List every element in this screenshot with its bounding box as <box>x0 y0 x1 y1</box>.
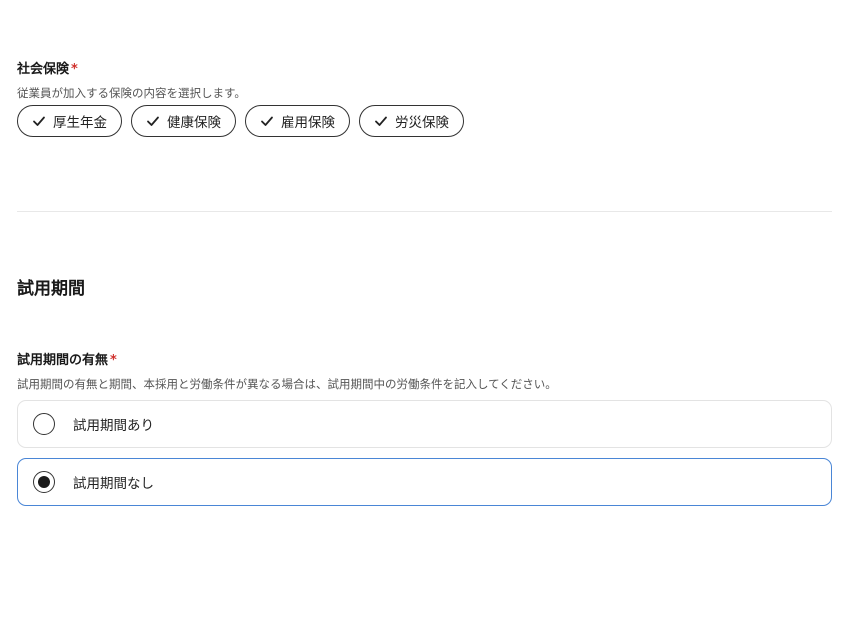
chip-rosai-hoken[interactable]: 労災保険 <box>359 105 464 137</box>
radio-button-selected[interactable] <box>33 471 55 493</box>
probation-section-title: 試用期間 <box>17 279 85 299</box>
probation-field: 試用期間の有無 * 試用期間の有無と期間、本採用と労働条件が異なる場合は、試用期… <box>17 352 832 506</box>
radio-option-label: 試用期間なし <box>73 476 154 492</box>
check-icon <box>31 113 47 129</box>
probation-description: 試用期間の有無と期間、本採用と労働条件が異なる場合は、試用期間中の労働条件を記入… <box>17 377 557 391</box>
check-icon <box>145 113 161 129</box>
chip-label: 雇用保険 <box>281 115 335 131</box>
radio-option-label: 試用期間あり <box>73 418 154 434</box>
check-icon <box>259 113 275 129</box>
required-mark: * <box>110 353 117 368</box>
chip-label: 健康保険 <box>167 115 221 131</box>
social-insurance-label: 社会保険 * <box>17 61 832 79</box>
social-insurance-field: 社会保険 * 従業員が加入する保険の内容を選択します。 厚生年金 健康保険 雇用… <box>17 61 832 137</box>
chip-kosei-nenkin[interactable]: 厚生年金 <box>17 105 122 137</box>
required-mark: * <box>71 62 78 77</box>
check-icon <box>373 113 389 129</box>
chip-label: 労災保険 <box>395 115 449 131</box>
radio-selected-dot <box>38 476 50 488</box>
probation-label-text: 試用期間の有無 <box>17 353 109 368</box>
probation-label: 試用期間の有無 * <box>17 352 832 370</box>
radio-button-unselected[interactable] <box>33 413 55 435</box>
chip-kenko-hoken[interactable]: 健康保険 <box>131 105 236 137</box>
social-insurance-description: 従業員が加入する保険の内容を選択します。 <box>17 86 246 100</box>
chip-koyo-hoken[interactable]: 雇用保険 <box>245 105 350 137</box>
chip-label: 厚生年金 <box>53 115 107 131</box>
radio-option-probation-no[interactable]: 試用期間なし <box>17 458 832 506</box>
social-insurance-chip-group: 厚生年金 健康保険 雇用保険 労災保険 <box>17 105 832 137</box>
section-divider <box>17 211 832 212</box>
probation-radio-group: 試用期間あり 試用期間なし <box>17 400 832 506</box>
social-insurance-label-text: 社会保険 <box>17 62 70 77</box>
radio-option-probation-yes[interactable]: 試用期間あり <box>17 400 832 448</box>
